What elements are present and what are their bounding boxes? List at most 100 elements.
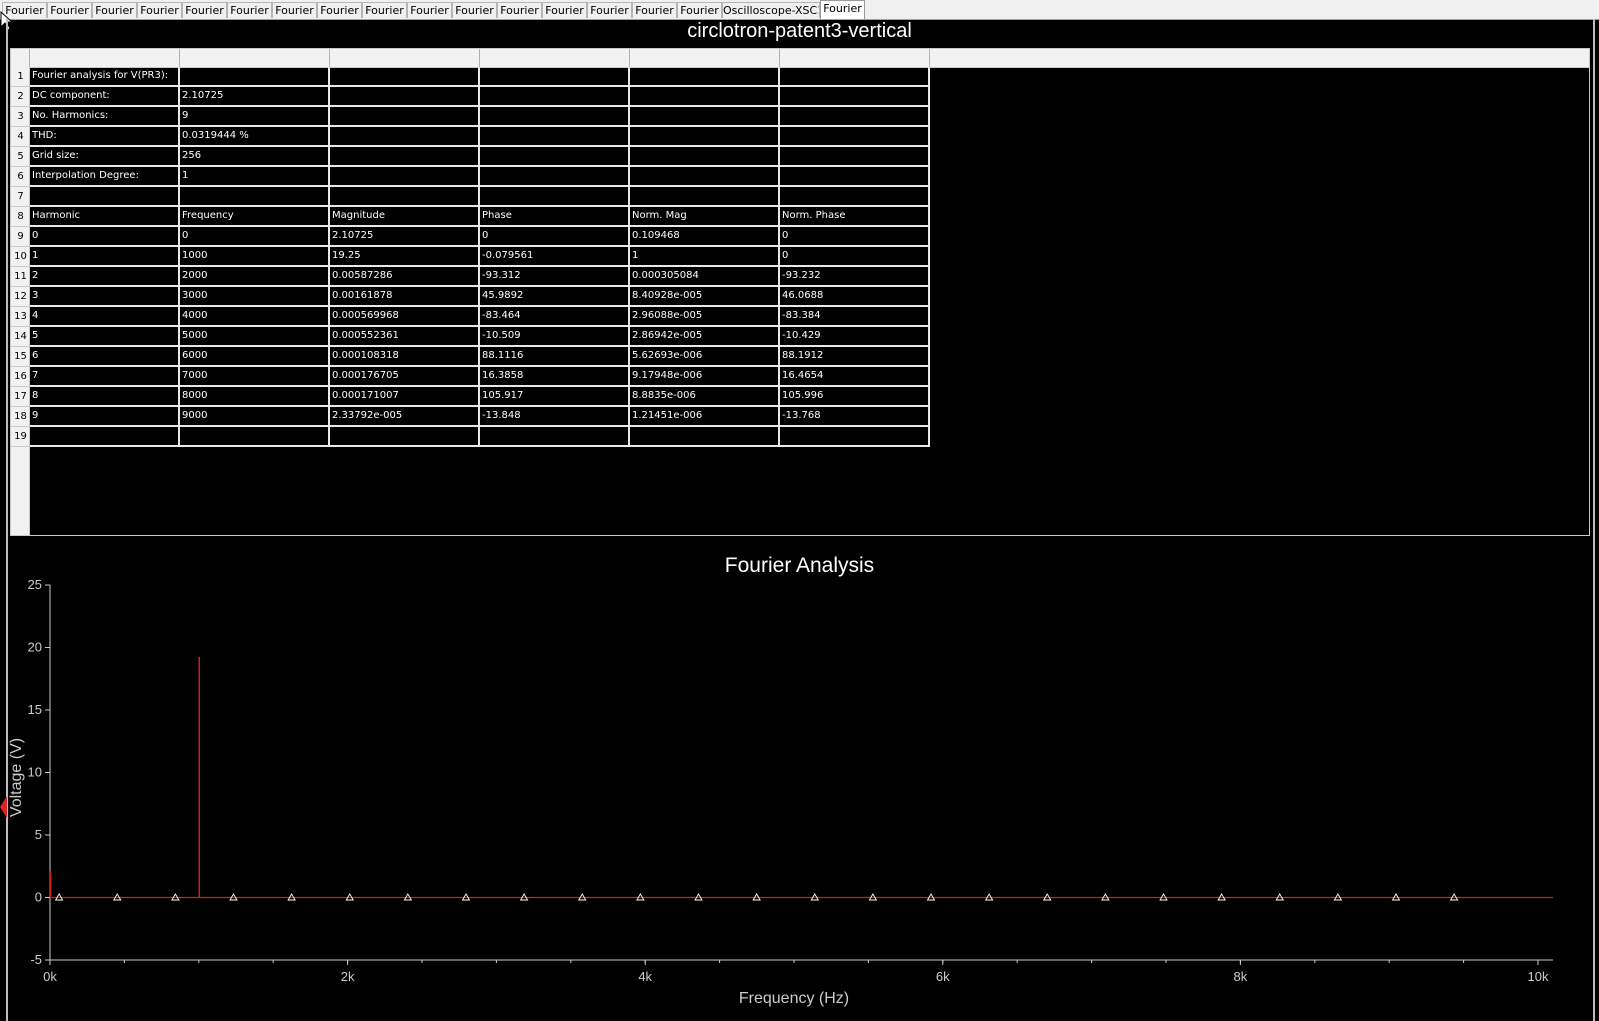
table-cell[interactable]: No. Harmonics: bbox=[30, 107, 180, 127]
table-cell[interactable]: Magnitude bbox=[330, 207, 480, 227]
table-cell[interactable] bbox=[330, 167, 480, 187]
column-header-cell[interactable] bbox=[11, 49, 30, 67]
table-cell[interactable]: THD: bbox=[30, 127, 180, 147]
row-number[interactable]: 9 bbox=[11, 227, 30, 247]
table-cell[interactable]: Frequency bbox=[180, 207, 330, 227]
table-cell[interactable]: -0.079561 bbox=[480, 247, 630, 267]
table-cell[interactable]: 0 bbox=[480, 227, 630, 247]
table-cell[interactable]: 0.000171007 bbox=[330, 387, 480, 407]
table-cell[interactable]: 9000 bbox=[180, 407, 330, 427]
table-cell[interactable] bbox=[630, 87, 780, 107]
table-cell[interactable]: 4 bbox=[30, 307, 180, 327]
table-cell[interactable]: Phase bbox=[480, 207, 630, 227]
tab-15[interactable]: Fourier bbox=[677, 2, 722, 18]
table-cell[interactable] bbox=[780, 167, 930, 187]
table-cell[interactable]: 1000 bbox=[180, 247, 330, 267]
table-cell[interactable]: Norm. Phase bbox=[780, 207, 930, 227]
row-number[interactable]: 2 bbox=[11, 87, 30, 107]
table-cell[interactable]: 3000 bbox=[180, 287, 330, 307]
table-cell[interactable] bbox=[330, 87, 480, 107]
table-cell[interactable] bbox=[330, 187, 480, 207]
table-cell[interactable]: 256 bbox=[180, 147, 330, 167]
tab-17[interactable]: Fourier bbox=[820, 0, 865, 19]
table-cell[interactable]: 19.25 bbox=[330, 247, 480, 267]
table-cell[interactable]: 2.96088e-005 bbox=[630, 307, 780, 327]
table-cell[interactable] bbox=[630, 107, 780, 127]
row-number[interactable]: 15 bbox=[11, 347, 30, 367]
row-number[interactable]: 4 bbox=[11, 127, 30, 147]
table-cell[interactable]: 2000 bbox=[180, 267, 330, 287]
table-cell[interactable] bbox=[480, 427, 630, 447]
table-cell[interactable] bbox=[630, 127, 780, 147]
table-cell[interactable]: 0.00161878 bbox=[330, 287, 480, 307]
table-cell[interactable] bbox=[630, 427, 780, 447]
table-cell[interactable]: 2.86942e-005 bbox=[630, 327, 780, 347]
table-cell[interactable]: -83.384 bbox=[780, 307, 930, 327]
tab-12[interactable]: Fourier bbox=[542, 2, 587, 18]
tab-9[interactable]: Fourier bbox=[407, 2, 452, 18]
table-cell[interactable]: 6 bbox=[30, 347, 180, 367]
table-cell[interactable] bbox=[480, 127, 630, 147]
table-cell[interactable]: 0.000305084 bbox=[630, 267, 780, 287]
row-number[interactable]: 18 bbox=[11, 407, 30, 427]
table-cell[interactable]: -13.848 bbox=[480, 407, 630, 427]
table-cell[interactable]: 0.000176705 bbox=[330, 367, 480, 387]
table-cell[interactable] bbox=[30, 187, 180, 207]
row-number[interactable]: 10 bbox=[11, 247, 30, 267]
table-cell[interactable]: 7000 bbox=[180, 367, 330, 387]
fourier-results-table[interactable]: 1 2 3 4 5 6 7 8 9 10 11 12 13 14 15 16 17 18 19 Fourier an… bbox=[10, 48, 1590, 536]
table-cell[interactable] bbox=[780, 187, 930, 207]
table-cell[interactable]: 0.109468 bbox=[630, 227, 780, 247]
tab-7[interactable]: Fourier bbox=[317, 2, 362, 18]
table-cell[interactable]: 1 bbox=[30, 247, 180, 267]
table-cell[interactable]: 6000 bbox=[180, 347, 330, 367]
table-cell[interactable]: -83.464 bbox=[480, 307, 630, 327]
tab-1[interactable]: Fourier bbox=[47, 2, 92, 18]
table-cell[interactable]: 105.917 bbox=[480, 387, 630, 407]
tab-11[interactable]: Fourier bbox=[497, 2, 542, 18]
row-number[interactable]: 1 bbox=[11, 67, 30, 87]
tab-8[interactable]: Fourier bbox=[362, 2, 407, 18]
tab-3[interactable]: Fourier bbox=[137, 2, 182, 18]
table-cell[interactable]: 105.996 bbox=[780, 387, 930, 407]
table-cell[interactable] bbox=[480, 87, 630, 107]
table-cell[interactable] bbox=[780, 67, 930, 87]
table-cell[interactable]: Grid size: bbox=[30, 147, 180, 167]
table-cell[interactable] bbox=[480, 187, 630, 207]
tab-14[interactable]: Fourier bbox=[632, 2, 677, 18]
row-number[interactable]: 17 bbox=[11, 387, 30, 407]
table-cell[interactable] bbox=[480, 147, 630, 167]
table-cell[interactable]: 7 bbox=[30, 367, 180, 387]
table-cell[interactable]: Interpolation Degree: bbox=[30, 167, 180, 187]
table-cell[interactable]: 88.1116 bbox=[480, 347, 630, 367]
table-cell[interactable]: 0.000552361 bbox=[330, 327, 480, 347]
table-cell[interactable] bbox=[630, 147, 780, 167]
table-cell[interactable]: 2 bbox=[30, 267, 180, 287]
row-number[interactable]: 19 bbox=[11, 427, 30, 447]
table-cell[interactable]: 16.4654 bbox=[780, 367, 930, 387]
row-number[interactable]: 7 bbox=[11, 187, 30, 207]
row-number[interactable]: 5 bbox=[11, 147, 30, 167]
column-header-cell[interactable] bbox=[480, 49, 630, 67]
table-cell[interactable]: 0.000108318 bbox=[330, 347, 480, 367]
table-cell[interactable]: 2.10725 bbox=[330, 227, 480, 247]
column-header-cell[interactable] bbox=[30, 49, 180, 67]
column-header-cell[interactable] bbox=[630, 49, 780, 67]
table-cell[interactable] bbox=[180, 67, 330, 87]
table-cell[interactable]: 0 bbox=[780, 247, 930, 267]
table-cell[interactable] bbox=[30, 427, 180, 447]
table-cell[interactable] bbox=[180, 427, 330, 447]
table-cell[interactable] bbox=[780, 127, 930, 147]
table-cell[interactable]: 45.9892 bbox=[480, 287, 630, 307]
table-cell[interactable]: 0 bbox=[180, 227, 330, 247]
table-cell[interactable] bbox=[630, 67, 780, 87]
table-cell[interactable]: 8.40928e-005 bbox=[630, 287, 780, 307]
fourier-chart[interactable]: -5 0 5 10 15 20 25 0k 2k 4k 6k 8k 10k Frequency (Hz) V… bbox=[0, 580, 1599, 1021]
table-cell[interactable]: 4000 bbox=[180, 307, 330, 327]
table-cell[interactable]: -93.232 bbox=[780, 267, 930, 287]
table-cell[interactable]: 8000 bbox=[180, 387, 330, 407]
column-header-cell[interactable] bbox=[180, 49, 330, 67]
trace-marker-icon[interactable] bbox=[0, 796, 8, 818]
table-cell[interactable]: 3 bbox=[30, 287, 180, 307]
column-header-cell[interactable] bbox=[780, 49, 930, 67]
